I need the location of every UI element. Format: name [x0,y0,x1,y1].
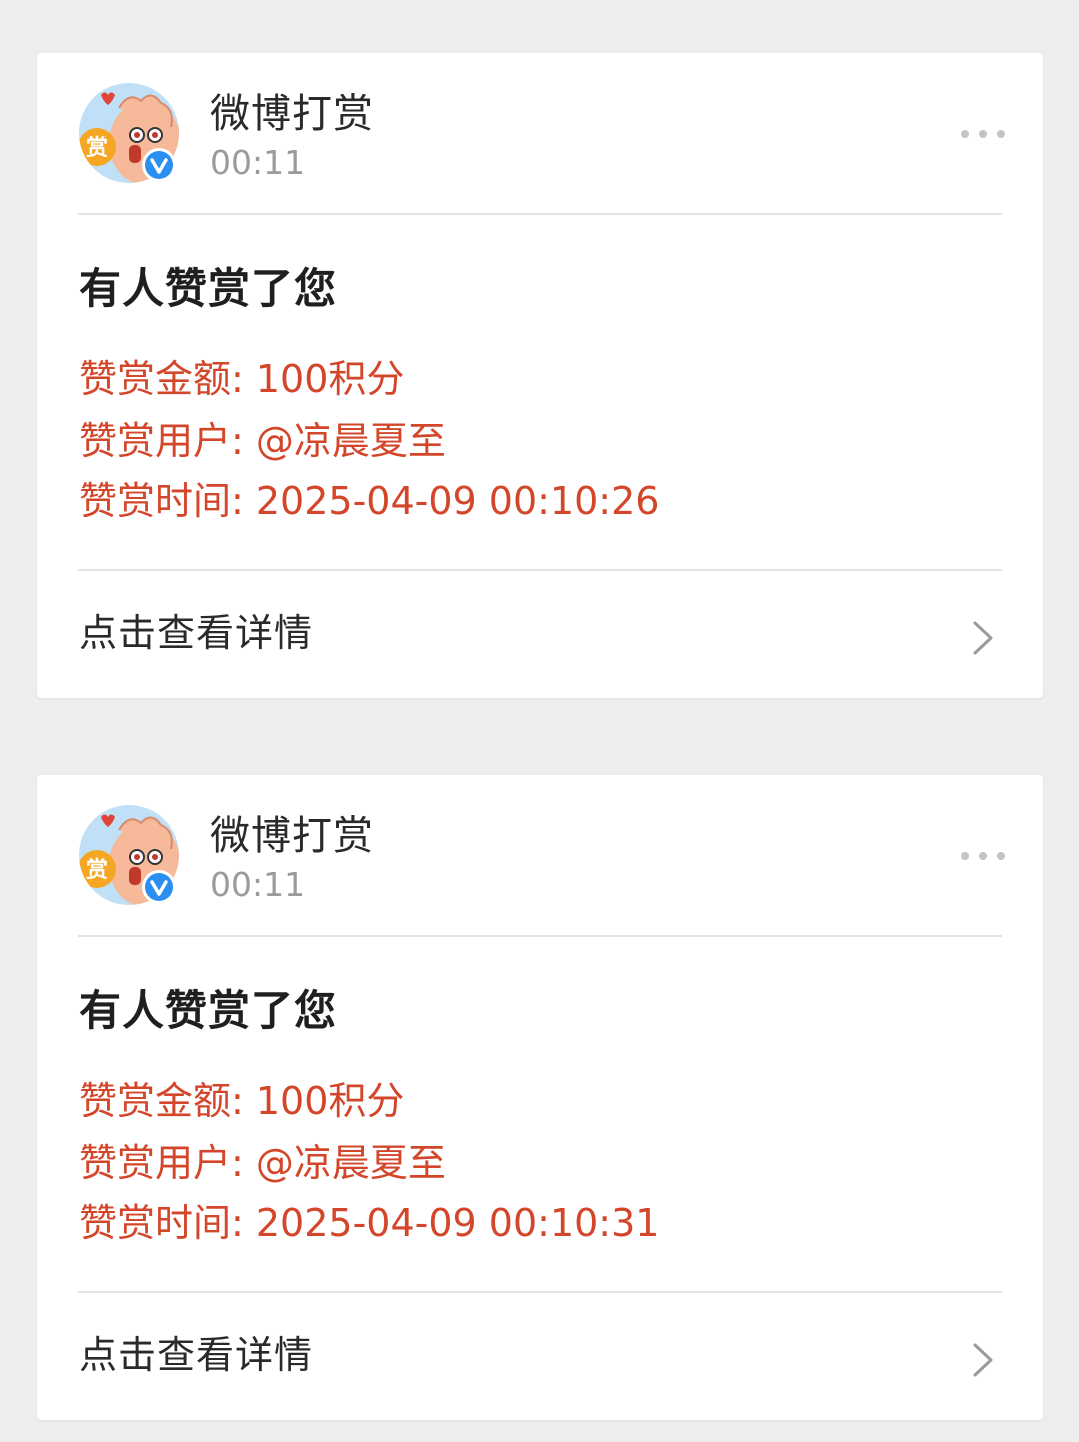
view-details-link[interactable]: 点击查看详情 [37,571,1043,698]
divider [78,213,1002,215]
notification-title: 有人赞赏了您 [79,986,338,1035]
verified-v-icon [142,148,176,182]
avatar[interactable]: 赏 [79,805,179,905]
view-details-link[interactable]: 点击查看详情 [37,1293,1043,1420]
avatar[interactable]: 赏 [79,83,179,183]
weibo-reward-mascot-icon: 赏 [79,83,179,183]
sender-name: 微博打赏 [210,813,374,859]
view-details-label: 点击查看详情 [79,1333,314,1377]
weibo-reward-mascot-icon: 赏 [79,805,179,905]
chevron-right-icon [971,619,995,657]
message-card[interactable]: 赏 微博打赏 00:11 有人赞赏了您 赞赏金额: 100积分 赞赏用户: @凉… [37,53,1043,698]
more-button[interactable] [955,119,1011,149]
message-time: 00:11 [210,143,306,182]
reward-amount: 赞赏金额: 100积分 [79,357,405,401]
svg-text:赏: 赏 [86,136,108,161]
message-time: 00:11 [210,865,306,904]
message-card[interactable]: 赏 微博打赏 00:11 有人赞赏了您 赞赏金额: 100积分 赞赏用户: @凉… [37,775,1043,1420]
verified-v-icon [142,870,176,904]
notification-title: 有人赞赏了您 [79,264,338,313]
chevron-right-icon [971,1341,995,1379]
svg-text:赏: 赏 [86,858,108,883]
view-details-label: 点击查看详情 [79,611,314,655]
reward-time: 赞赏时间: 2025-04-09 00:10:26 [79,479,660,523]
more-dots-icon [961,130,1005,138]
reward-amount: 赞赏金额: 100积分 [79,1079,405,1123]
reward-user: 赞赏用户: @凉晨夏至 [79,1141,446,1185]
more-button[interactable] [955,841,1011,871]
reward-time: 赞赏时间: 2025-04-09 00:10:31 [79,1201,660,1245]
more-dots-icon [961,852,1005,860]
divider [78,935,1002,937]
sender-name: 微博打赏 [210,91,374,137]
reward-user: 赞赏用户: @凉晨夏至 [79,419,446,463]
